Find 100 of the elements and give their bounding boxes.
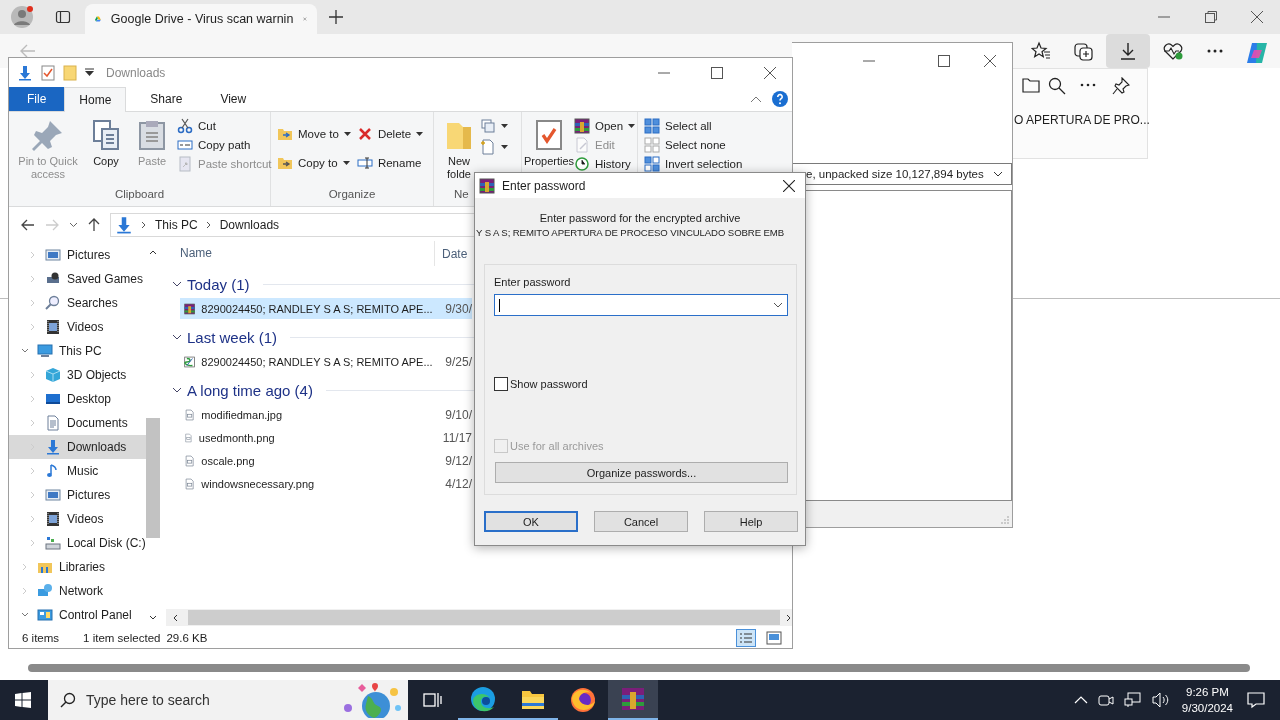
- file-row[interactable]: modifiedman.jpg 9/10/: [180, 404, 472, 425]
- dialog-button[interactable]: Help: [704, 511, 798, 532]
- properties-icon[interactable]: [41, 64, 55, 81]
- scroll-right-icon[interactable]: [786, 613, 792, 622]
- breadcrumb[interactable]: This PC: [155, 218, 198, 232]
- chevron-right-icon: [141, 221, 147, 229]
- ribbon-button[interactable]: Copy path: [177, 135, 274, 154]
- archive-info-dropdown[interactable]: e, unpacked size 10,127,894 bytes: [792, 163, 1012, 185]
- download-item-name[interactable]: O APERTURA DE PRO...: [1014, 113, 1150, 127]
- scroll-up-icon[interactable]: [149, 249, 157, 255]
- help-icon[interactable]: [772, 91, 788, 107]
- folder-icon[interactable]: [1022, 77, 1040, 93]
- ribbon-button[interactable]: Rename: [356, 153, 426, 172]
- close-icon[interactable]: [783, 179, 795, 192]
- file-row[interactable]: windowsnecessary.png 4/12/: [180, 473, 472, 494]
- ribbon-button[interactable]: Move to: [277, 124, 353, 143]
- close-icon[interactable]: [764, 66, 776, 79]
- ribbon-button[interactable]: New folde: [442, 116, 476, 181]
- navigation-item[interactable]: Desktop: [9, 387, 146, 411]
- ribbon-tab[interactable]: Home: [64, 87, 127, 112]
- ribbon-button[interactable]: [480, 137, 510, 156]
- navigation-item[interactable]: Searches: [9, 291, 146, 315]
- column-header[interactable]: Name: [166, 241, 435, 266]
- navigation-item[interactable]: This PC: [9, 339, 146, 363]
- clock-date[interactable]: 9/30/2024: [1181, 700, 1233, 716]
- windows-start-icon[interactable]: [15, 692, 31, 708]
- favorites-icon[interactable]: [1031, 41, 1051, 61]
- collections-icon[interactable]: [1074, 41, 1094, 61]
- ribbon-button[interactable]: Cut: [177, 116, 274, 135]
- chevron-down-icon[interactable]: [69, 222, 78, 228]
- file-row[interactable]: oscale.png 9/12/: [180, 450, 472, 471]
- back-arrow-icon[interactable]: [21, 219, 35, 231]
- navigation-item[interactable]: Downloads: [9, 435, 146, 459]
- navigation-item[interactable]: Videos: [9, 315, 146, 339]
- horizontal-scrollbar[interactable]: [166, 609, 792, 626]
- volume-icon[interactable]: [1151, 692, 1170, 708]
- downloads-button[interactable]: [1106, 34, 1150, 68]
- up-arrow-icon[interactable]: [88, 218, 100, 232]
- navigation-item[interactable]: Documents: [9, 411, 146, 435]
- large-icons-view-icon[interactable]: [766, 630, 782, 645]
- caret-icon: [416, 131, 424, 136]
- ribbon-button[interactable]: Delete: [356, 124, 426, 143]
- navigation-item[interactable]: Control Panel: [9, 603, 146, 627]
- scroll-left-icon[interactable]: [172, 613, 178, 622]
- chevron-down-icon[interactable]: [21, 611, 29, 619]
- file-menu-tab[interactable]: File: [9, 87, 65, 111]
- pin-icon[interactable]: [1112, 77, 1130, 95]
- clock-time[interactable]: 9:26 PM: [1186, 684, 1229, 700]
- ribbon-tab[interactable]: View: [206, 87, 261, 111]
- organize-passwords-button[interactable]: Organize passwords...: [495, 462, 788, 483]
- file-row[interactable]: 8290024450; RANDLEY S A S; REMITO APE... 9/30/: [180, 298, 472, 319]
- heartbeat-icon[interactable]: [1162, 41, 1184, 61]
- maximize-icon[interactable]: [938, 55, 950, 67]
- password-field[interactable]: [494, 294, 788, 316]
- notifications-icon[interactable]: [1247, 691, 1265, 709]
- ribbon-button[interactable]: History: [574, 154, 638, 173]
- profile-avatar-icon[interactable]: [11, 6, 33, 28]
- checkbox[interactable]: [494, 377, 508, 391]
- ribbon-button[interactable]: Open: [574, 116, 638, 135]
- column-header[interactable]: Date: [435, 246, 468, 261]
- dialog-button[interactable]: OK: [484, 511, 578, 532]
- restore-icon[interactable]: [1205, 11, 1217, 23]
- navigation-item[interactable]: Music: [9, 459, 146, 483]
- caret-icon[interactable]: [85, 68, 94, 77]
- navigation-item[interactable]: Pictures: [9, 243, 146, 267]
- tab-actions-icon[interactable]: [55, 9, 71, 25]
- ribbon-button[interactable]: Copy to: [277, 153, 353, 172]
- file-row[interactable]: usedmonth.png 11/17: [180, 427, 472, 448]
- chevron-down-icon[interactable]: [21, 347, 29, 355]
- resize-grip-icon[interactable]: [1001, 516, 1009, 524]
- ribbon-button[interactable]: Select all: [644, 116, 745, 135]
- navigation-item[interactable]: Videos: [9, 507, 146, 531]
- maximize-icon[interactable]: [711, 66, 723, 79]
- dialog-button[interactable]: Cancel: [594, 511, 688, 532]
- navigation-item[interactable]: Libraries: [9, 555, 146, 579]
- new-tab-icon[interactable]: [329, 10, 343, 24]
- search-icon[interactable]: [1048, 77, 1066, 95]
- close-icon[interactable]: [1251, 11, 1263, 23]
- chevron-up-icon[interactable]: [1073, 696, 1088, 704]
- ribbon-button[interactable]: Copy: [85, 116, 127, 168]
- navigation-item[interactable]: Pictures: [9, 483, 146, 507]
- ribbon-tab[interactable]: Share: [136, 87, 197, 111]
- ribbon-button[interactable]: [480, 116, 510, 135]
- browser-tab[interactable]: Google Drive - Virus scan warnin: [85, 4, 317, 34]
- close-icon[interactable]: [984, 55, 996, 67]
- navigation-item[interactable]: Saved Games: [9, 267, 146, 291]
- camera-icon[interactable]: [1097, 692, 1114, 708]
- file-row[interactable]: 8290024450; RANDLEY S A S; REMITO APE... 9/25/: [180, 351, 472, 372]
- ribbon-button[interactable]: Select none: [644, 135, 745, 154]
- ribbon-button[interactable]: Invert selection: [644, 154, 745, 173]
- network-icon[interactable]: [1123, 692, 1142, 708]
- navigation-item[interactable]: Network: [9, 579, 146, 603]
- navigation-item[interactable]: 3D Objects: [9, 363, 146, 387]
- search-field[interactable]: Type here to search: [48, 680, 408, 720]
- details-view-icon[interactable]: [736, 628, 756, 647]
- copilot-icon[interactable]: [1245, 41, 1269, 65]
- scroll-down-icon[interactable]: [149, 615, 157, 621]
- breadcrumb[interactable]: Downloads: [219, 218, 280, 232]
- collapse-ribbon-icon[interactable]: [750, 95, 762, 103]
- navigation-item[interactable]: Local Disk (C:): [9, 531, 146, 555]
